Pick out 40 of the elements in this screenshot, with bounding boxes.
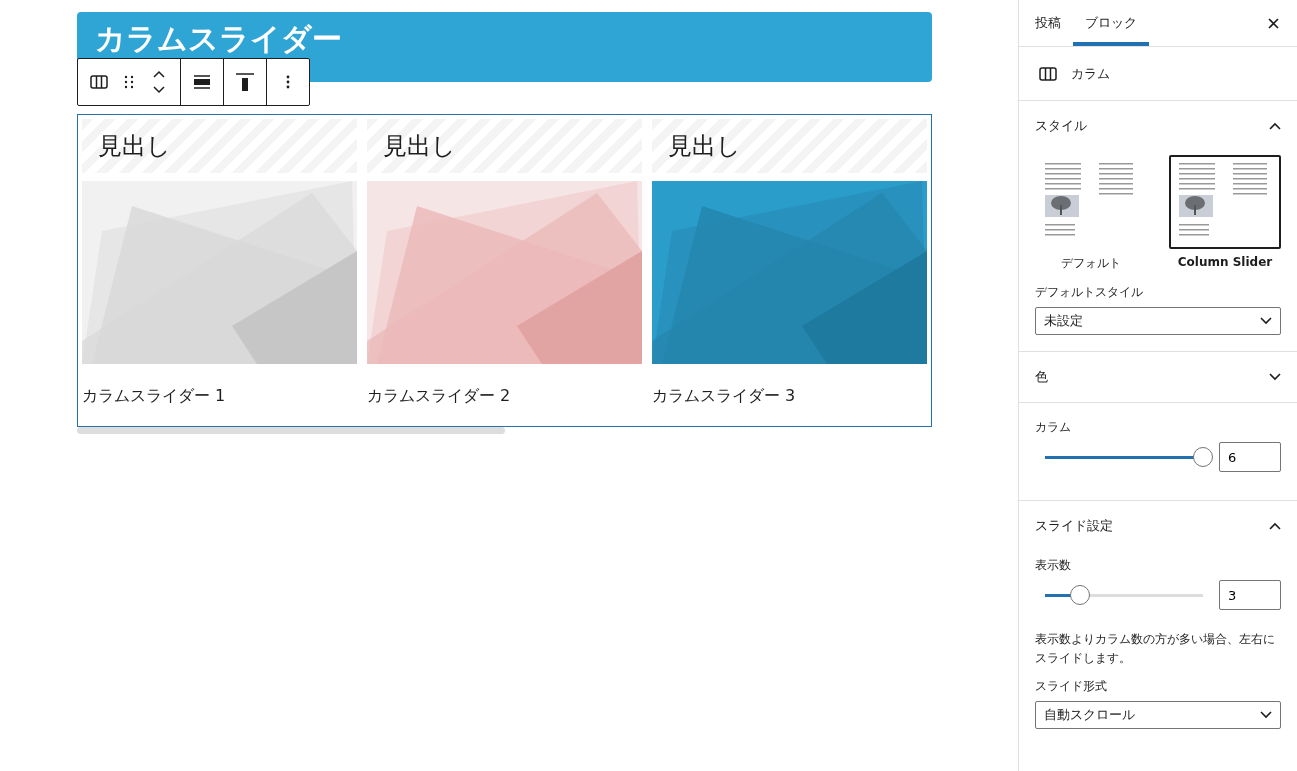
select-field[interactable]: 自動スクロール	[1035, 701, 1281, 730]
chevron-down-icon	[1269, 373, 1281, 381]
chevron-down-icon	[1260, 711, 1272, 720]
drag-icon	[124, 75, 134, 89]
columns-icon	[90, 75, 108, 89]
panel-header[interactable]: スタイル	[1035, 101, 1281, 151]
chevron-up-icon	[1269, 122, 1281, 130]
slider-thumb[interactable]	[1193, 447, 1213, 467]
help-text: 表示数よりカラム数の方が多い場合、左右にスライドします。	[1035, 631, 1276, 668]
sidebar-tab[interactable]: 投稿	[1023, 0, 1073, 46]
field-label: スライド形式	[1035, 678, 1108, 696]
slide-caption: カラムスライダー 2	[367, 386, 512, 407]
align-top-icon	[236, 73, 254, 91]
number-field[interactable]: 6	[1219, 442, 1281, 472]
close-icon	[1267, 17, 1279, 29]
block-title: カラムスライダー	[95, 22, 342, 56]
slide-heading: 見出し	[383, 131, 456, 162]
scrollbar[interactable]	[77, 427, 505, 434]
align-wide-icon	[194, 75, 210, 89]
style-option[interactable]: Column Slider	[1177, 255, 1273, 269]
columns-icon	[1039, 66, 1057, 81]
panel-header[interactable]: 色	[1035, 352, 1281, 402]
field-label: カラム	[1035, 419, 1072, 436]
chevron-up-icon	[1269, 522, 1281, 530]
more-icon	[286, 75, 290, 89]
slide-caption: カラムスライダー 3	[652, 386, 797, 407]
field-label: デフォルトスタイル	[1035, 284, 1144, 301]
select-field[interactable]: 未設定	[1035, 307, 1281, 335]
slide-heading: 見出し	[98, 131, 171, 162]
slide-caption: カラムスライダー 1	[82, 386, 227, 407]
field-label: 表示数	[1035, 557, 1072, 574]
style-option[interactable]: デフォルト	[1061, 255, 1121, 272]
slide-heading: 見出し	[668, 131, 741, 162]
number-field[interactable]: 3	[1219, 580, 1281, 610]
panel-header[interactable]: スライド設定	[1035, 501, 1281, 551]
block-name: カラム	[1071, 64, 1110, 83]
slider-thumb[interactable]	[1069, 585, 1090, 605]
sidebar-tab[interactable]: ブロック	[1073, 0, 1149, 46]
up-down-arrows-icon	[152, 69, 166, 95]
chevron-down-icon	[1260, 317, 1272, 325]
